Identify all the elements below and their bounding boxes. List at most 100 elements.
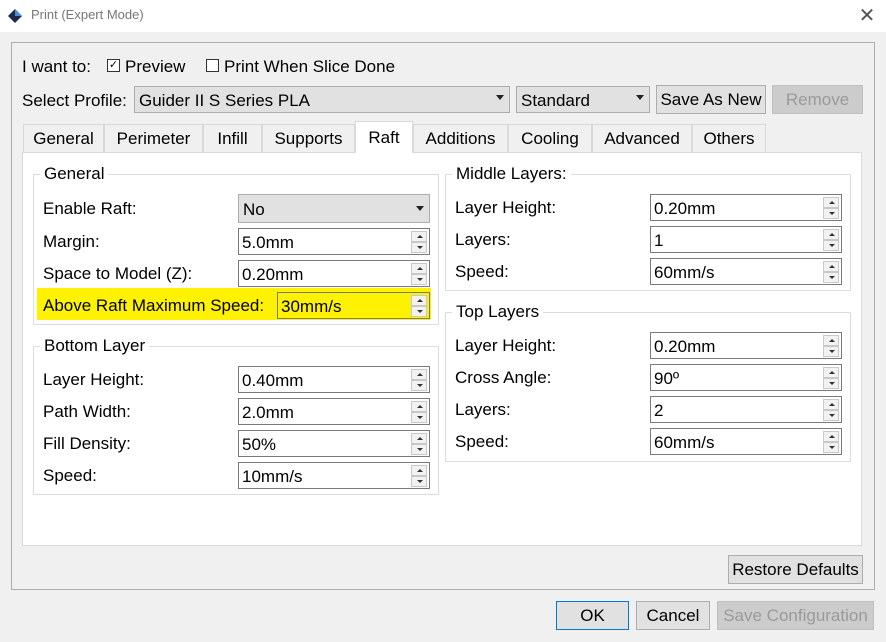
preview-checkbox[interactable]: ✓ <box>107 59 120 72</box>
spin-up-icon[interactable] <box>823 197 839 208</box>
app-logo-icon <box>8 9 22 23</box>
tab-perimeter[interactable]: Perimeter <box>104 124 203 152</box>
path-width-spinbox[interactable]: 2.0mm <box>238 398 430 425</box>
mode-label: I want to: <box>22 57 91 76</box>
tab-others[interactable]: Others <box>692 124 766 152</box>
spin-up-icon[interactable] <box>823 399 839 410</box>
bottom-layer-height-spinbox[interactable]: 0.40mm <box>238 366 430 393</box>
top-speed-spinbox[interactable]: 60mm/s <box>650 428 842 455</box>
print-when-done-label[interactable]: Print When Slice Done <box>224 57 395 77</box>
spin-up-icon[interactable] <box>823 367 839 378</box>
spin-up-icon[interactable] <box>411 231 427 242</box>
spin-down-icon[interactable] <box>823 346 839 357</box>
bottom-speed-spinbox[interactable]: 10mm/s <box>238 462 430 489</box>
cross-angle-spinbox[interactable]: 90º <box>650 364 842 391</box>
spin-up-icon[interactable] <box>411 465 427 476</box>
cross-angle-label: Cross Angle: <box>455 368 552 387</box>
top-layers-count-label: Layers: <box>455 400 511 419</box>
space-to-model-spinbox[interactable]: 0.20mm <box>238 260 430 287</box>
remove-button[interactable]: Remove <box>772 85 863 114</box>
fill-density-label: Fill Density: <box>43 434 131 453</box>
margin-label: Margin: <box>43 232 100 251</box>
above-raft-speed-spinbox[interactable]: 30mm/s <box>277 292 430 319</box>
profile-select[interactable]: Guider II S Series PLA <box>134 86 510 113</box>
spin-up-icon[interactable] <box>823 431 839 442</box>
quality-select[interactable]: Standard <box>516 86 650 113</box>
middle-layer-height-value: 0.20mm <box>654 199 716 218</box>
chevron-down-icon <box>496 95 504 100</box>
spin-down-icon[interactable] <box>411 274 427 285</box>
top-speed-value: 60mm/s <box>654 433 715 452</box>
preview-label[interactable]: Preview <box>125 57 185 77</box>
quality-select-value: Standard <box>521 91 590 110</box>
save-configuration-button[interactable]: Save Configuration <box>717 601 874 630</box>
chevron-down-icon <box>416 206 424 211</box>
top-layers-count-value: 2 <box>654 401 664 420</box>
spin-up-icon[interactable] <box>411 263 427 274</box>
top-layer-height-value: 0.20mm <box>654 337 716 356</box>
path-width-value: 2.0mm <box>242 403 294 422</box>
bottom-layer-height-value: 0.40mm <box>242 371 304 390</box>
spin-down-icon[interactable] <box>823 208 839 219</box>
tab-supports[interactable]: Supports <box>262 124 355 152</box>
enable-raft-select[interactable]: No <box>238 194 430 223</box>
space-to-model-label: Space to Model (Z): <box>43 264 193 283</box>
spin-down-icon[interactable] <box>411 380 427 391</box>
middle-layer-height-label: Layer Height: <box>455 198 557 217</box>
spin-down-icon[interactable] <box>823 442 839 453</box>
tab-cooling[interactable]: Cooling <box>508 124 592 152</box>
ok-button[interactable]: OK <box>556 601 629 630</box>
spin-down-icon[interactable] <box>411 242 427 253</box>
bottom-speed-value: 10mm/s <box>242 467 303 486</box>
spin-down-icon[interactable] <box>411 476 427 487</box>
close-icon[interactable]: ✕ <box>850 1 884 31</box>
top-layers-count-spinbox[interactable]: 2 <box>650 396 842 423</box>
middle-layer-height-spinbox[interactable]: 0.20mm <box>650 194 842 221</box>
spin-up-icon[interactable] <box>411 401 427 412</box>
spin-up-icon[interactable] <box>823 261 839 272</box>
spin-down-icon[interactable] <box>411 306 427 317</box>
tab-general[interactable]: General <box>23 124 104 152</box>
middle-speed-spinbox[interactable]: 60mm/s <box>650 258 842 285</box>
spin-up-icon[interactable] <box>411 295 427 306</box>
spin-down-icon[interactable] <box>823 240 839 251</box>
path-width-label: Path Width: <box>43 402 131 421</box>
spin-down-icon[interactable] <box>411 444 427 455</box>
bottom-layer-height-label: Layer Height: <box>43 370 145 389</box>
middle-speed-value: 60mm/s <box>654 263 715 282</box>
fill-density-spinbox[interactable]: 50% <box>238 430 430 457</box>
top-layers-group-title: Top Layers <box>452 302 544 322</box>
middle-layers-count-value: 1 <box>654 231 664 250</box>
space-to-model-value: 0.20mm <box>242 265 304 284</box>
tab-raft[interactable]: Raft <box>355 121 413 153</box>
margin-spinbox[interactable]: 5.0mm <box>238 228 430 255</box>
above-raft-speed-value: 30mm/s <box>281 297 342 316</box>
middle-layers-group-title: Middle Layers: <box>452 164 571 184</box>
profile-select-value: Guider II S Series PLA <box>139 91 311 110</box>
restore-defaults-button[interactable]: Restore Defaults <box>728 555 863 584</box>
general-group-title: General <box>40 164 109 184</box>
print-when-done-checkbox[interactable] <box>206 59 219 72</box>
tab-additions[interactable]: Additions <box>413 124 508 152</box>
spin-up-icon[interactable] <box>411 433 427 444</box>
tab-advanced[interactable]: Advanced <box>592 124 692 152</box>
middle-speed-label: Speed: <box>455 262 509 281</box>
spin-down-icon[interactable] <box>823 272 839 283</box>
top-layer-height-label: Layer Height: <box>455 336 557 355</box>
cancel-button[interactable]: Cancel <box>636 601 710 630</box>
spin-down-icon[interactable] <box>411 412 427 423</box>
top-speed-label: Speed: <box>455 432 509 451</box>
spin-up-icon[interactable] <box>411 369 427 380</box>
tab-infill[interactable]: Infill <box>203 124 262 152</box>
chevron-down-icon <box>636 95 644 100</box>
spin-down-icon[interactable] <box>823 378 839 389</box>
above-raft-speed-label: Above Raft Maximum Speed: <box>43 296 265 315</box>
spin-down-icon[interactable] <box>823 410 839 421</box>
save-as-new-button[interactable]: Save As New <box>656 85 766 114</box>
spin-up-icon[interactable] <box>823 229 839 240</box>
window-title: Print (Expert Mode) <box>31 7 144 22</box>
top-layer-height-spinbox[interactable]: 0.20mm <box>650 332 842 359</box>
middle-layers-count-spinbox[interactable]: 1 <box>650 226 842 253</box>
bottom-layer-group-title: Bottom Layer <box>40 336 150 356</box>
spin-up-icon[interactable] <box>823 335 839 346</box>
